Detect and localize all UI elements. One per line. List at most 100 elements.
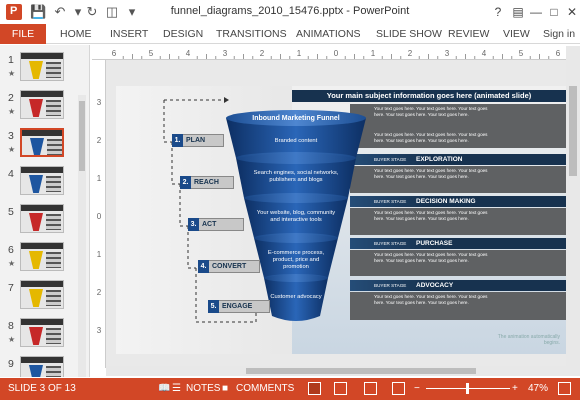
- funnel-desc-3: Your website, blog, community and intera…: [256, 210, 336, 223]
- ruler-tick-label: 0: [97, 212, 102, 221]
- tab-home[interactable]: HOME: [60, 24, 92, 44]
- slide-preview[interactable]: [20, 242, 64, 271]
- normal-view-icon[interactable]: [308, 382, 321, 395]
- animation-star-icon: ★: [8, 107, 16, 116]
- slide-number: 8: [8, 320, 14, 332]
- funnel-desc-4: E-commerce process, product, price and p…: [267, 250, 325, 270]
- slide-preview[interactable]: [20, 356, 64, 377]
- funnel-desc-5: Customer advocacy: [270, 294, 322, 300]
- slide-thumbnail-5[interactable]: 5: [0, 203, 89, 239]
- comments-button[interactable]: COMMENTS: [236, 383, 294, 394]
- ruler-tick-label: 5: [519, 49, 524, 58]
- slide-preview[interactable]: [20, 166, 64, 195]
- slide-preview[interactable]: [20, 90, 64, 119]
- help-icon[interactable]: ?: [488, 2, 508, 22]
- slide-preview[interactable]: [20, 204, 64, 233]
- ruler-tick-label: 1: [297, 49, 302, 58]
- ribbon-display-options-icon[interactable]: ▤: [508, 2, 528, 22]
- tab-insert[interactable]: INSERT: [110, 24, 148, 44]
- minimize-icon[interactable]: —: [526, 2, 546, 22]
- step-engage: 5. ENGAGE: [208, 300, 270, 313]
- animation-star-icon: ★: [8, 335, 16, 344]
- funnel-desc-2: Search engines, social networks, publish…: [253, 170, 339, 183]
- vertical-scrollbar[interactable]: [566, 46, 580, 376]
- tab-review[interactable]: REVIEW: [448, 24, 489, 44]
- slide-thumbnail-8[interactable]: 8 ★: [0, 317, 89, 353]
- ruler-tick-label: 1: [97, 174, 102, 183]
- fit-slide-icon[interactable]: [558, 382, 571, 395]
- ruler-tick-label: 0: [334, 49, 339, 58]
- tab-slide-show[interactable]: SLIDE SHOW: [376, 24, 442, 44]
- notes-icon[interactable]: ☰: [172, 383, 181, 394]
- slide-preview[interactable]: [20, 128, 64, 157]
- maximize-icon[interactable]: □: [544, 2, 564, 22]
- status-bar: SLIDE 3 OF 13 📖 ☰ NOTES ■ COMMENTS − + 4…: [0, 378, 580, 400]
- ruler-tick-label: 4: [482, 49, 487, 58]
- tab-transitions[interactable]: TRANSITIONS: [216, 24, 287, 44]
- slide-thumbnail-3[interactable]: 3 ★: [0, 127, 89, 163]
- slide-number: 5: [8, 206, 14, 218]
- ruler-tick-label: 2: [97, 288, 102, 297]
- slide-number: 9: [8, 358, 14, 370]
- spell-check-icon[interactable]: 📖: [158, 383, 170, 394]
- slide-thumbnail-6[interactable]: 6 ★: [0, 241, 89, 277]
- zoom-slider-thumb[interactable]: [466, 383, 469, 394]
- sign-in-link[interactable]: Sign in: [543, 24, 575, 44]
- step-number: 5.: [208, 300, 219, 313]
- horizontal-scrollbar[interactable]: [106, 366, 566, 376]
- slide-counter: SLIDE 3 OF 13: [8, 383, 76, 394]
- tab-file[interactable]: FILE: [0, 24, 46, 44]
- comments-icon[interactable]: ■: [222, 383, 228, 394]
- slide-number: 3: [8, 130, 14, 142]
- slide-thumbnail-1[interactable]: 1 ★: [0, 51, 89, 87]
- tab-view[interactable]: VIEW: [503, 24, 530, 44]
- ruler-tick-label: 2: [97, 136, 102, 145]
- zoom-out-icon[interactable]: −: [414, 383, 420, 394]
- step-number: 1.: [172, 134, 183, 147]
- slide-thumbnail-9[interactable]: 9: [0, 355, 89, 377]
- slide[interactable]: Your main subject information goes here …: [116, 86, 566, 354]
- slide-preview[interactable]: [20, 280, 64, 309]
- reading-view-icon[interactable]: [364, 382, 377, 395]
- ruler-tick-label: 6: [556, 49, 561, 58]
- tab-design[interactable]: DESIGN: [163, 24, 203, 44]
- step-act: 3. ACT: [188, 218, 244, 231]
- close-icon[interactable]: ✕: [562, 2, 580, 22]
- slide-preview[interactable]: [20, 52, 64, 81]
- slide-thumbnail-2[interactable]: 2 ★: [0, 89, 89, 125]
- ribbon-tabs: FILE HOME INSERT DESIGN TRANSITIONS ANIM…: [0, 24, 580, 44]
- slide-editing-canvas: Your main subject information goes here …: [106, 60, 566, 368]
- slide-number: 2: [8, 92, 14, 104]
- slide-show-icon[interactable]: [392, 382, 405, 395]
- vertical-ruler: 3 2 1 0 1 2 3: [92, 60, 106, 368]
- tab-animations[interactable]: ANIMATIONS: [296, 24, 361, 44]
- powerpoint-window: 💾 ↶ ▾ ↻ ◫ ▾ funnel_diagrams_2010_15476.p…: [0, 0, 580, 400]
- ruler-tick-label: 6: [112, 49, 117, 58]
- slide-number: 6: [8, 244, 14, 256]
- step-convert: 4. CONVERT: [198, 260, 260, 273]
- step-label: CONVERT: [212, 263, 247, 270]
- step-reach: 2. REACH: [180, 176, 234, 189]
- step-number: 4.: [198, 260, 209, 273]
- zoom-in-icon[interactable]: +: [512, 383, 518, 394]
- notes-button[interactable]: NOTES: [186, 383, 220, 394]
- ruler-tick-label: 3: [445, 49, 450, 58]
- ruler-tick-label: 5: [149, 49, 154, 58]
- funnel-diagram: [226, 110, 366, 321]
- horizontal-ruler: 6 5 4 3 2 1 0 1 2 3 4 5 6: [92, 46, 566, 60]
- slide-preview[interactable]: [20, 318, 64, 347]
- thumbnail-scrollbar[interactable]: [78, 95, 86, 377]
- ruler-tick-label: 3: [223, 49, 228, 58]
- step-plan: 1. PLAN: [172, 134, 224, 147]
- slide-thumbnail-4[interactable]: 4: [0, 165, 89, 201]
- slide-thumbnail-pane: 1 ★ 2 ★ 3 ★ 4 5 6 ★ 7 8 ★ 9: [0, 45, 90, 377]
- step-label: ENGAGE: [222, 303, 253, 310]
- ruler-tick-label: 3: [97, 98, 102, 107]
- slide-number: 7: [8, 282, 14, 294]
- zoom-level[interactable]: 47%: [528, 383, 548, 394]
- step-number: 2.: [180, 176, 191, 189]
- slide-thumbnail-7[interactable]: 7: [0, 279, 89, 315]
- funnel-desc-1: Branded content: [274, 138, 318, 144]
- animation-star-icon: ★: [8, 145, 16, 154]
- slide-sorter-icon[interactable]: [334, 382, 347, 395]
